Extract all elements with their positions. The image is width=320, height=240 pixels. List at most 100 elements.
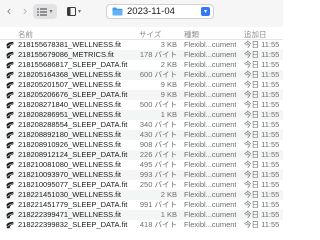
file-size: 1 KB <box>160 110 177 119</box>
fit-file-icon <box>6 41 14 49</box>
file-date-added: 今日 11:55 <box>244 160 280 169</box>
back-button[interactable]: ‹ <box>2 4 16 18</box>
fit-file-icon <box>6 211 14 219</box>
file-kind: Flexibl...cument <box>184 150 236 159</box>
column-name-header[interactable]: 名前 <box>18 29 33 40</box>
file-size: 908 バイト <box>139 140 177 149</box>
file-kind: Flexibl...cument <box>184 110 236 119</box>
file-row[interactable]: 218208912124_SLEEP_DATA.fit 226 バイト Flexib… <box>0 150 283 160</box>
file-date-added: 今日 11:55 <box>244 50 280 59</box>
file-list: 218155678381_WELLNESS.fit 3 KB Flexibl...c… <box>0 40 283 230</box>
chevron-left-icon: ‹ <box>6 3 12 18</box>
file-name: 218208288554_SLEEP_DATA.fit <box>18 120 128 129</box>
file-row[interactable]: 218221451030_WELLNESS.fit 2 KB Flexibl...c… <box>0 190 283 200</box>
file-row[interactable]: 218208271840_WELLNESS.fit 500 バイト Flexibl.… <box>0 100 283 110</box>
file-row[interactable]: 218210095077_SLEEP_DATA.fit 250 バイト Flexib… <box>0 180 283 190</box>
file-date-added: 今日 11:55 <box>244 140 280 149</box>
file-row[interactable]: 218208892180_WELLNESS.fit 430 バイト Flexibl.… <box>0 130 283 140</box>
fit-file-icon <box>6 141 14 149</box>
file-kind: Flexibl...cument <box>184 170 236 179</box>
chevron-down-icon: ▾ <box>77 8 81 15</box>
grid-icon <box>66 7 76 16</box>
file-date-added: 今日 11:55 <box>244 200 280 209</box>
file-row[interactable]: 218208286951_WELLNESS.fit 1 KB Flexibl...c… <box>0 110 283 120</box>
file-name: 218155678381_WELLNESS.fit <box>18 40 121 49</box>
finder-toolbar: ‹ › ▾ ▾ 2023-11-04 ▾ <box>0 0 283 27</box>
file-name: 218210081080_WELLNESS.fit <box>18 160 121 169</box>
file-row[interactable]: 218205201507_WELLNESS.fit 9 KB Flexibl...c… <box>0 80 283 90</box>
file-name: 218222399832_SLEEP_DATA.fit <box>18 220 128 229</box>
file-kind: Flexibl...cument <box>184 210 236 219</box>
fit-file-icon <box>6 111 14 119</box>
fit-file-icon <box>6 121 14 129</box>
file-name: 218205164368_WELLNESS.fit <box>18 70 121 79</box>
fit-file-icon <box>6 61 14 69</box>
forward-button[interactable]: › <box>18 4 32 18</box>
file-name: 218208912124_SLEEP_DATA.fit <box>18 150 128 159</box>
file-row[interactable]: 218205164368_WELLNESS.fit 600 バイト Flexibl.… <box>0 70 283 80</box>
file-size: 3 KB <box>160 40 177 49</box>
file-name: 218208271840_WELLNESS.fit <box>18 100 121 109</box>
file-name: 218155686817_SLEEP_DATA.fit <box>18 60 128 69</box>
file-size: 226 バイト <box>139 150 177 159</box>
file-kind: Flexibl...cument <box>184 60 236 69</box>
column-size-header[interactable]: サイズ <box>139 29 161 40</box>
file-name: 218222399471_WELLNESS.fit <box>18 210 121 219</box>
file-name: 218208286951_WELLNESS.fit <box>18 110 121 119</box>
file-kind: Flexibl...cument <box>184 200 236 209</box>
fit-file-icon <box>6 71 14 79</box>
chevron-down-icon: ▾ <box>49 8 53 15</box>
file-size: 9 KB <box>160 80 177 89</box>
fit-file-icon <box>6 51 14 59</box>
fit-file-icon <box>6 201 14 209</box>
file-kind: Flexibl...cument <box>184 130 236 139</box>
file-date-added: 今日 11:55 <box>244 130 280 139</box>
file-kind: Flexibl...cument <box>184 40 236 49</box>
file-row[interactable]: 218208910926_WELLNESS.fit 908 バイト Flexibl.… <box>0 140 283 150</box>
file-size: 178 バイト <box>139 50 177 59</box>
file-row[interactable]: 218155686817_SLEEP_DATA.fit 2 KB Flexibl..… <box>0 60 283 70</box>
file-size: 495 バイト <box>139 160 177 169</box>
file-kind: Flexibl...cument <box>184 190 236 199</box>
file-size: 9 KB <box>160 90 177 99</box>
file-kind: Flexibl...cument <box>184 120 236 129</box>
file-kind: Flexibl...cument <box>184 90 236 99</box>
file-name: 218205201507_WELLNESS.fit <box>18 80 121 89</box>
file-row[interactable]: 218205206676_SLEEP_DATA.fit 9 KB Flexibl..… <box>0 90 283 100</box>
file-date-added: 今日 11:55 <box>244 80 280 89</box>
fit-file-icon <box>6 171 14 179</box>
file-date-added: 今日 11:55 <box>244 210 280 219</box>
column-date-header[interactable]: 追加日 <box>244 29 267 40</box>
column-kind-header[interactable]: 種類 <box>184 29 199 40</box>
file-date-added: 今日 11:55 <box>244 120 280 129</box>
file-size: 418 バイト <box>139 220 177 229</box>
file-row[interactable]: 218221451779_SLEEP_DATA.fit 991 バイト Flexib… <box>0 200 283 210</box>
file-size: 600 バイト <box>139 70 177 79</box>
file-name: 218208892180_WELLNESS.fit <box>18 130 121 139</box>
file-kind: Flexibl...cument <box>184 140 236 149</box>
file-date-added: 今日 11:55 <box>244 70 280 79</box>
file-row[interactable]: 218222399471_WELLNESS.fit 1 KB Flexibl...c… <box>0 210 283 220</box>
file-name: 218221451779_SLEEP_DATA.fit <box>18 200 128 209</box>
folder-icon <box>112 7 123 16</box>
file-name: 218210095077_SLEEP_DATA.fit <box>18 180 128 189</box>
grid-view-button[interactable]: ▾ <box>62 4 86 19</box>
file-row[interactable]: 218210093970_WELLNESS.fit 993 バイト Flexibl.… <box>0 170 283 180</box>
file-size: 991 バイト <box>139 200 177 209</box>
file-date-added: 今日 11:55 <box>244 190 280 199</box>
list-view-button[interactable]: ▾ <box>33 4 57 19</box>
file-row[interactable]: 218222399832_SLEEP_DATA.fit 418 バイト Flexib… <box>0 220 283 230</box>
file-date-added: 今日 11:55 <box>244 220 280 229</box>
file-row[interactable]: 218155678381_WELLNESS.fit 3 KB Flexibl...c… <box>0 40 283 50</box>
file-date-added: 今日 11:55 <box>244 110 280 119</box>
file-row[interactable]: 218155679086_METRICS.fit 178 バイト Flexibl..… <box>0 50 283 60</box>
file-row[interactable]: 218208288554_SLEEP_DATA.fit 340 バイト Flexib… <box>0 120 283 130</box>
file-row[interactable]: 218210081080_WELLNESS.fit 495 バイト Flexibl.… <box>0 160 283 170</box>
file-name: 218205206676_SLEEP_DATA.fit <box>18 90 128 99</box>
file-kind: Flexibl...cument <box>184 180 236 189</box>
fit-file-icon <box>6 131 14 139</box>
file-kind: Flexibl...cument <box>184 160 236 169</box>
file-size: 2 KB <box>160 60 177 69</box>
file-size: 993 バイト <box>139 170 177 179</box>
path-popup-button[interactable]: 2023-11-04 ▾ <box>106 4 214 19</box>
